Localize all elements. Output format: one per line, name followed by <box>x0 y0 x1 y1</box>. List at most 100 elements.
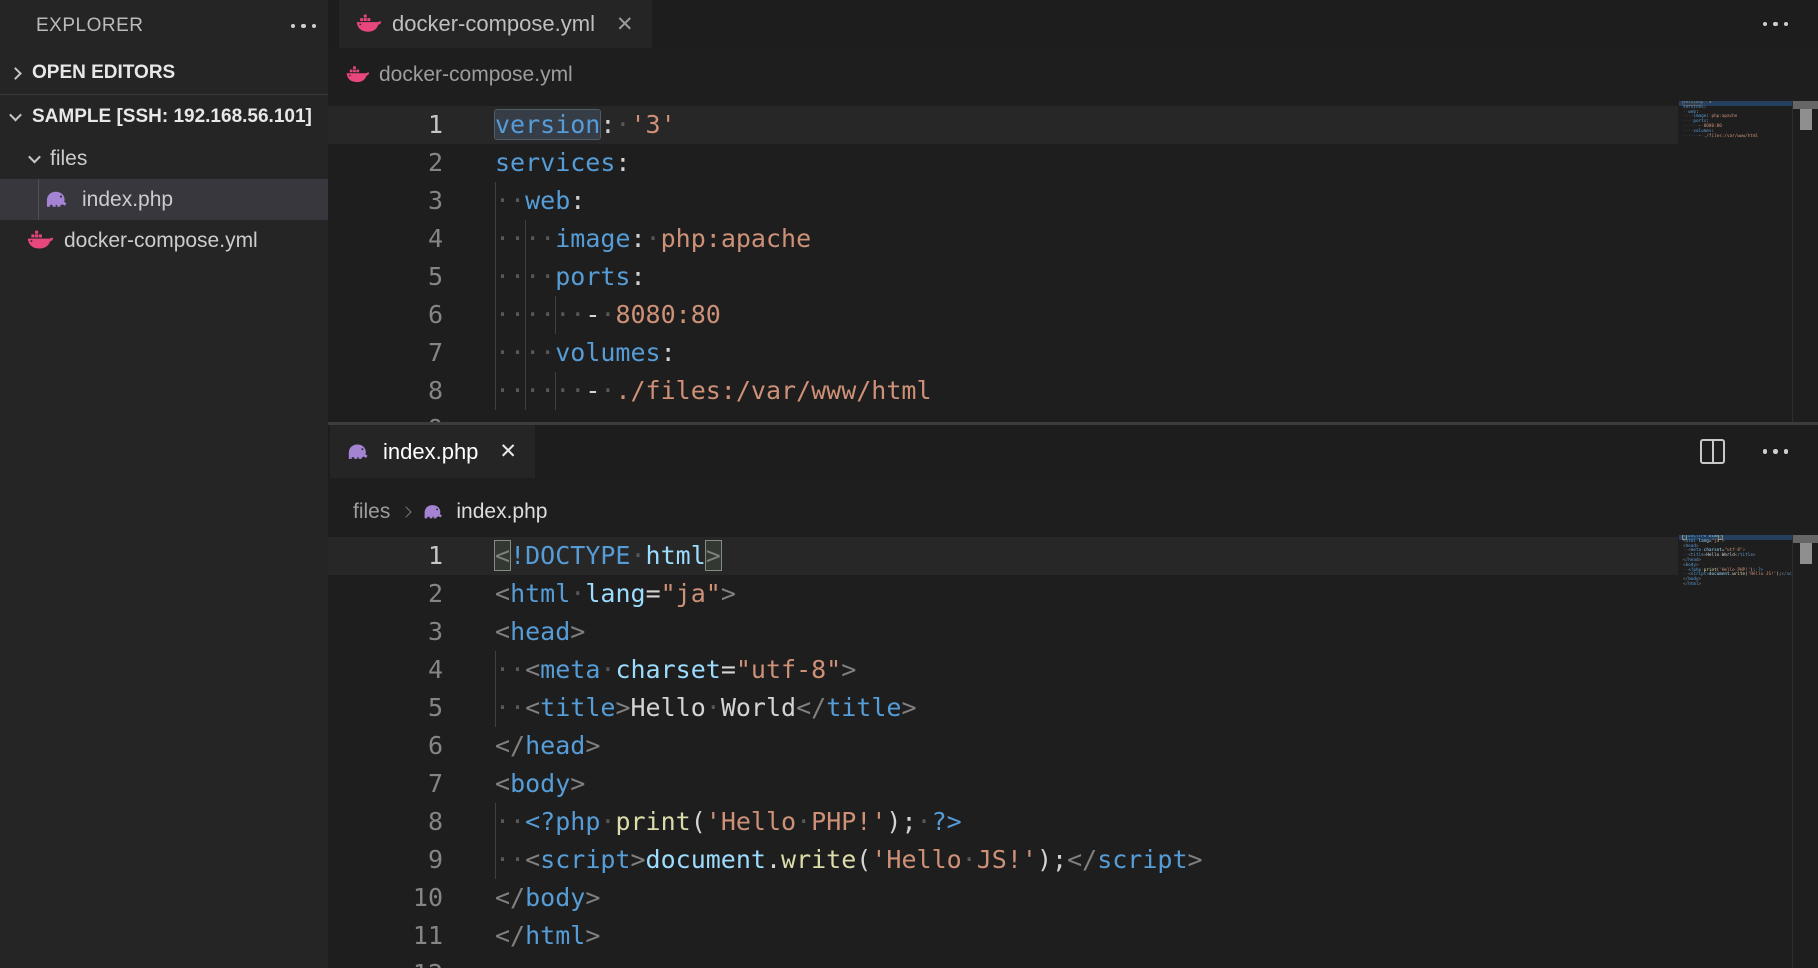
code-line[interactable]: 5····ports: <box>328 258 1678 296</box>
code-token: ./files:/var/www/html <box>615 376 931 405</box>
code-line[interactable]: 8······-·./files:/var/www/html <box>328 372 1678 410</box>
code-token: html <box>1688 582 1698 587</box>
indent-guide <box>495 334 496 372</box>
code-token: PHP!' <box>811 807 886 836</box>
line-number[interactable]: 4 <box>328 220 443 258</box>
code-token: ?> <box>932 807 962 836</box>
line-number[interactable]: 1 <box>328 106 443 144</box>
line-number[interactable]: 7 <box>328 765 443 803</box>
code-token: </ <box>1067 845 1097 874</box>
indent-guide <box>495 372 496 410</box>
code-line[interactable]: 1<!DOCTYPE·html> <box>328 537 1678 575</box>
code-token: "ja" <box>661 579 721 608</box>
tree-item-index-php[interactable]: index.php <box>0 179 328 220</box>
code-line[interactable]: 11</html> <box>328 917 1678 955</box>
line-number[interactable]: 5 <box>328 689 443 727</box>
line-number[interactable]: 1 <box>328 537 443 575</box>
code-line[interactable]: 12 <box>328 955 1678 968</box>
code-line[interactable]: 4····image:·php:apache <box>328 220 1678 258</box>
line-number[interactable]: 4 <box>328 651 443 689</box>
tree-item-files[interactable]: files <box>0 138 328 179</box>
code-line[interactable]: 6······-·8080:80 <box>328 296 1678 334</box>
scrollbar-thumb[interactable] <box>1800 543 1812 564</box>
tab-index-php[interactable]: index.php ✕ <box>330 425 535 478</box>
scrollbar[interactable] <box>1792 534 1818 968</box>
section-open-editors[interactable]: OPEN EDITORS <box>0 52 328 94</box>
code-line[interactable]: 7<body> <box>328 765 1678 803</box>
code-token: · <box>917 807 932 836</box>
editor-group-top: docker-compose.yml ✕ docker-compose.yml … <box>328 0 1818 422</box>
code-line[interactable]: 3<head> <box>328 613 1678 651</box>
line-number[interactable]: 11 <box>328 917 443 955</box>
tree-indent-guide <box>38 179 39 220</box>
editor-group-bottom: index.php ✕ files index.php 1<!DOCTYPE·h… <box>328 425 1818 968</box>
code-line[interactable]: 6</head> <box>328 727 1678 765</box>
code-token: </ <box>495 731 525 760</box>
vscode-window: EXPLORER OPEN EDITORS SAMPLE [SSH: 192.1… <box>0 0 1818 968</box>
minimap-line[interactable] <box>1679 139 1792 144</box>
split-editor-icon[interactable] <box>1700 439 1725 464</box>
tree-item-docker-compose-yml[interactable]: docker-compose.yml <box>0 220 328 261</box>
code-line[interactable]: 10</body> <box>328 879 1678 917</box>
code-editor-docker-compose: 1version:·'3'2 services: 3··web:4····image… <box>328 100 1678 422</box>
minimap[interactable]: version:·'3'services:··web:····image:·ph… <box>1679 101 1792 411</box>
indent-guide <box>495 220 496 258</box>
breadcrumb-item[interactable]: index.php <box>456 500 547 524</box>
minimap-line[interactable] <box>1679 588 1792 593</box>
code-line[interactable]: 8··<?php·print('Hello·PHP!');·?> <box>328 803 1678 841</box>
scrollbar-cap[interactable] <box>1793 535 1818 543</box>
line-number[interactable]: 5 <box>328 258 443 296</box>
more-actions-icon[interactable] <box>1761 18 1791 31</box>
scrollbar[interactable] <box>1792 100 1818 422</box>
tab-docker-compose[interactable]: docker-compose.yml ✕ <box>339 0 652 48</box>
code-token: charset <box>615 655 720 684</box>
minimap[interactable]: <!DOCTYPE·html><html·lang="ja"><head>··<… <box>1679 535 1792 968</box>
scrollbar-cap[interactable] <box>1793 101 1818 109</box>
line-number[interactable]: 6 <box>328 727 443 765</box>
code-line[interactable]: 4··<meta·charset="utf-8"> <box>328 651 1678 689</box>
line-number[interactable]: 2 <box>328 144 443 182</box>
more-actions-icon[interactable] <box>289 20 319 33</box>
scrollbar-thumb[interactable] <box>1800 109 1812 130</box>
code-token: ) <box>1037 845 1052 874</box>
code-line[interactable]: 9··<script>document.write('Hello·JS!');<… <box>328 841 1678 879</box>
code-line[interactable]: 5··<title>Hello·World</title> <box>328 689 1678 727</box>
code-line[interactable]: 1version:·'3' <box>328 106 1678 144</box>
code-token: '3' <box>630 110 675 139</box>
line-number[interactable]: 2 <box>328 575 443 613</box>
line-number[interactable]: 12 <box>328 955 443 968</box>
breadcrumb: files index.php <box>328 478 1818 534</box>
line-number[interactable]: 8 <box>328 372 443 410</box>
line-number[interactable]: 9 <box>328 410 443 422</box>
indent-guide <box>495 803 496 841</box>
line-number[interactable]: 6 <box>328 296 443 334</box>
php-icon <box>44 186 71 213</box>
code-token: services <box>495 148 615 177</box>
code-line[interactable]: 7····volumes: <box>328 334 1678 372</box>
line-number[interactable]: 7 <box>328 334 443 372</box>
code-token: "ja" <box>1712 539 1722 544</box>
code-token: ·· <box>495 807 525 836</box>
line-number[interactable]: 10 <box>328 879 443 917</box>
code-token: '3' <box>1706 101 1714 105</box>
indent-guide <box>525 220 526 258</box>
close-icon[interactable]: ✕ <box>499 441 517 462</box>
code-token: : <box>615 148 630 177</box>
breadcrumb-item[interactable]: files <box>353 500 390 524</box>
code-line[interactable]: 9 <box>328 410 1678 422</box>
code-token: > <box>1722 539 1725 544</box>
line-number[interactable]: 3 <box>328 613 443 651</box>
code-line[interactable]: 3··web: <box>328 182 1678 220</box>
chevron-right-icon <box>9 67 22 80</box>
line-number[interactable]: 8 <box>328 803 443 841</box>
code-token: !DOCTYPE <box>510 541 630 570</box>
code-line[interactable]: 2 services: <box>328 144 1678 182</box>
code-line[interactable]: 2<html·lang="ja"> <box>328 575 1678 613</box>
close-icon[interactable]: ✕ <box>616 14 634 35</box>
breadcrumb-item[interactable]: docker-compose.yml <box>379 63 573 87</box>
section-workspace[interactable]: SAMPLE [SSH: 192.168.56.101] <box>0 94 328 138</box>
more-actions-icon[interactable] <box>1761 445 1791 458</box>
line-number[interactable]: 9 <box>328 841 443 879</box>
line-number[interactable]: 3 <box>328 182 443 220</box>
editor-actions <box>1700 425 1791 478</box>
